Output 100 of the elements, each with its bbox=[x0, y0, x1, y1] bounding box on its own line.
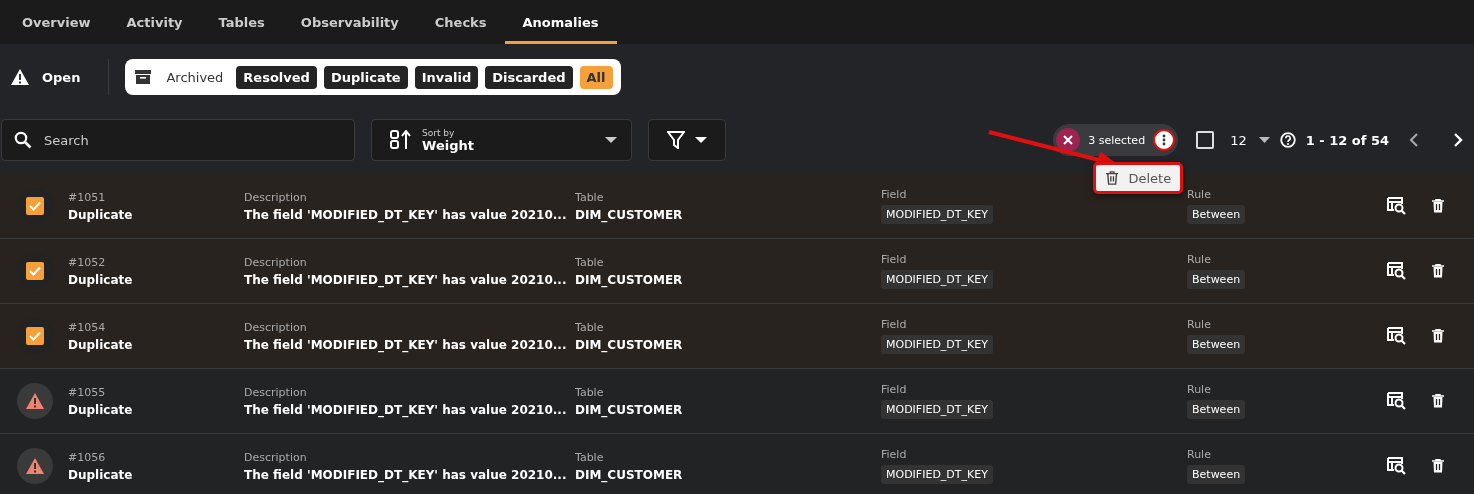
search-field[interactable]: Search bbox=[42, 131, 342, 149]
rule-label: Rule bbox=[1187, 318, 1211, 331]
help-icon[interactable] bbox=[1279, 132, 1296, 148]
anomaly-type: Duplicate bbox=[68, 337, 133, 352]
anomaly-row[interactable]: #1054 Duplicate Description The field 'MODIFIED_DT_KEY' has value 20210... Table DIM_CUSTOMER Field MODIFIED_DT_KEY Rule Between bbox=[0, 304, 1474, 369]
row-checkbox[interactable] bbox=[26, 327, 44, 345]
more-actions-button[interactable] bbox=[1153, 129, 1176, 151]
caret-icon bbox=[695, 137, 707, 143]
nav-tab[interactable]: Observability bbox=[282, 0, 417, 44]
delete-button[interactable] bbox=[1432, 199, 1444, 213]
anomaly-type: Duplicate bbox=[68, 207, 133, 222]
nav-tab[interactable]: Activity bbox=[108, 0, 201, 44]
anomaly-type: Duplicate bbox=[68, 402, 133, 417]
table-name: DIM_CUSTOMER bbox=[575, 467, 683, 482]
anomaly-id: #1051 bbox=[68, 190, 106, 204]
inspect-button[interactable] bbox=[1387, 197, 1407, 215]
table-name: DIM_CUSTOMER bbox=[575, 337, 683, 352]
trash-icon bbox=[1106, 170, 1119, 186]
description-text: The field 'MODIFIED_DT_KEY' has value 20210... bbox=[244, 207, 567, 222]
field-label: Field bbox=[881, 448, 907, 461]
status-chip[interactable]: Resolved bbox=[236, 65, 317, 89]
selected-count: 3 selected bbox=[1088, 133, 1146, 147]
delete-menu-item[interactable]: Delete bbox=[1093, 162, 1184, 194]
description-label: Description bbox=[244, 385, 307, 399]
search-box[interactable]: Search bbox=[1, 119, 355, 161]
inspect-button[interactable] bbox=[1387, 262, 1407, 280]
caret-icon bbox=[605, 137, 617, 143]
nav-tab[interactable]: Tables bbox=[200, 0, 283, 44]
anomaly-id: #1055 bbox=[68, 385, 106, 399]
description-label: Description bbox=[244, 450, 307, 464]
more-icon bbox=[1162, 134, 1167, 146]
rule-tag: Between bbox=[1187, 465, 1246, 484]
inspect-icon bbox=[1387, 392, 1407, 410]
description-text: The field 'MODIFIED_DT_KEY' has value 20210... bbox=[244, 272, 567, 287]
warning-icon bbox=[25, 392, 45, 410]
warning-icon bbox=[10, 68, 30, 86]
description-label: Description bbox=[244, 255, 307, 269]
inspect-button[interactable] bbox=[1387, 392, 1407, 410]
table-label: Table bbox=[575, 450, 604, 464]
nav-tab[interactable]: Overview bbox=[4, 0, 109, 44]
rule-tag: Between bbox=[1187, 270, 1246, 289]
delete-button[interactable] bbox=[1432, 394, 1444, 408]
field-label: Field bbox=[881, 188, 907, 201]
table-label: Table bbox=[575, 190, 604, 204]
nav-tab[interactable]: Anomalies bbox=[504, 0, 617, 44]
trash-icon bbox=[1432, 329, 1444, 343]
anomaly-id: #1056 bbox=[68, 450, 106, 464]
delete-button[interactable] bbox=[1432, 459, 1444, 473]
next-page-icon[interactable] bbox=[1453, 133, 1463, 147]
sort-caption: Sort by bbox=[422, 127, 456, 138]
page-range: 1 - 12 of 54 bbox=[1305, 132, 1389, 148]
status-chip[interactable]: All bbox=[579, 65, 613, 89]
inspect-icon bbox=[1387, 262, 1407, 280]
status-chip[interactable]: Duplicate bbox=[323, 65, 408, 89]
field-tag: MODIFIED_DT_KEY bbox=[881, 270, 993, 289]
inspect-icon bbox=[1387, 197, 1407, 215]
description-text: The field 'MODIFIED_DT_KEY' has value 20210... bbox=[244, 337, 567, 352]
previous-page-icon[interactable] bbox=[1409, 133, 1419, 147]
field-tag: MODIFIED_DT_KEY bbox=[881, 400, 993, 419]
field-label: Field bbox=[881, 253, 907, 266]
sort-value: Weight bbox=[422, 137, 475, 153]
clear-selection-button[interactable] bbox=[1056, 128, 1081, 152]
rule-label: Rule bbox=[1187, 188, 1211, 201]
delete-button[interactable] bbox=[1432, 329, 1444, 343]
anomaly-type: Duplicate bbox=[68, 467, 133, 482]
inspect-button[interactable] bbox=[1387, 457, 1407, 475]
rule-label: Rule bbox=[1187, 448, 1211, 461]
field-tag: MODIFIED_DT_KEY bbox=[881, 335, 993, 354]
field-label: Field bbox=[881, 383, 907, 396]
anomaly-id: #1054 bbox=[68, 320, 106, 334]
select-all-checkbox[interactable] bbox=[1196, 131, 1215, 149]
trash-icon bbox=[1432, 394, 1444, 408]
field-tag: MODIFIED_DT_KEY bbox=[881, 205, 993, 224]
sort-dropdown[interactable]: Sort by Weight bbox=[371, 119, 632, 161]
trash-icon bbox=[1432, 459, 1444, 473]
anomaly-row[interactable]: #1052 Duplicate Description The field 'MODIFIED_DT_KEY' has value 20210... Table DIM_CUSTOMER Field MODIFIED_DT_KEY Rule Between bbox=[0, 239, 1474, 304]
trash-icon bbox=[1432, 264, 1444, 278]
status-chip[interactable]: Invalid bbox=[414, 65, 479, 89]
archived-toggle[interactable]: Archived bbox=[166, 69, 224, 85]
inspect-icon bbox=[1387, 457, 1407, 475]
sort-icon bbox=[390, 130, 412, 150]
anomaly-id: #1052 bbox=[68, 255, 106, 269]
description-label: Description bbox=[244, 320, 307, 334]
description-label: Description bbox=[244, 190, 307, 204]
open-filter-button[interactable]: Open bbox=[10, 59, 110, 95]
delete-button[interactable] bbox=[1432, 264, 1444, 278]
status-chip[interactable]: Discarded bbox=[485, 65, 573, 89]
row-checkbox[interactable] bbox=[26, 197, 44, 215]
description-text: The field 'MODIFIED_DT_KEY' has value 20210... bbox=[244, 402, 567, 417]
page-size-select[interactable]: 12 bbox=[1230, 132, 1270, 148]
row-checkbox[interactable] bbox=[26, 262, 44, 280]
nav-tab[interactable]: Checks bbox=[416, 0, 505, 44]
filter-button[interactable] bbox=[648, 119, 726, 161]
rule-label: Rule bbox=[1187, 383, 1211, 396]
warning-icon bbox=[25, 457, 45, 475]
table-label: Table bbox=[575, 255, 604, 269]
inspect-button[interactable] bbox=[1387, 327, 1407, 345]
anomaly-type: Duplicate bbox=[68, 272, 133, 287]
field-tag: MODIFIED_DT_KEY bbox=[881, 465, 993, 484]
caret-icon bbox=[1258, 137, 1270, 143]
